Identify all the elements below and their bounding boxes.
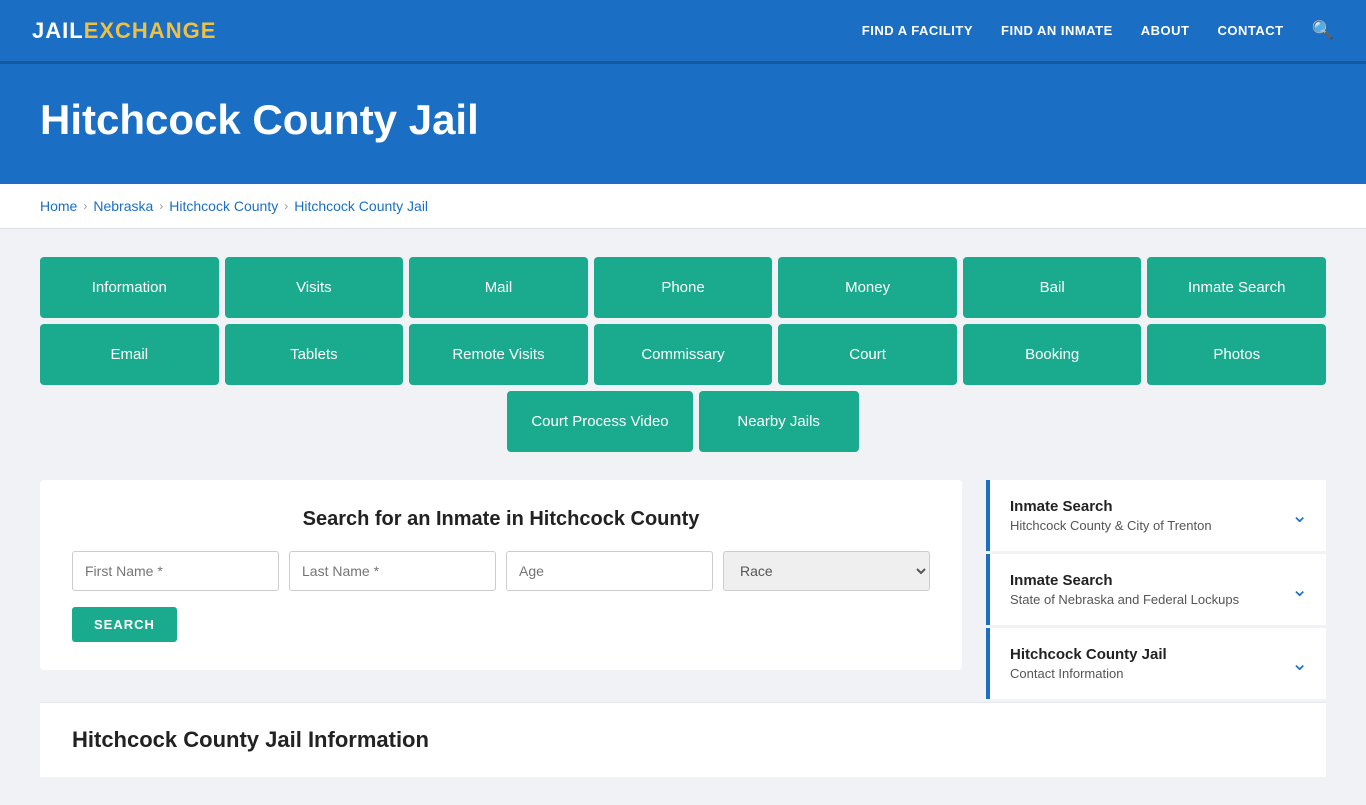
breadcrumb: Home › Nebraska › Hitchcock County › Hit… [0,184,1366,229]
breadcrumb-home[interactable]: Home [40,198,77,214]
site-logo[interactable]: JAIL EXCHANGE [32,18,216,44]
tile-photos[interactable]: Photos [1147,324,1326,385]
tile-booking[interactable]: Booking [963,324,1142,385]
chevron-down-icon-2: ⌄ [1291,577,1308,602]
hero-section: Hitchcock County Jail [0,64,1366,184]
breadcrumb-current: Hitchcock County Jail [294,198,428,214]
tile-commissary[interactable]: Commissary [594,324,773,385]
logo-exchange: EXCHANGE [84,18,217,44]
lower-section: Search for an Inmate in Hitchcock County… [40,480,1326,702]
inmate-search-form: Search for an Inmate in Hitchcock County… [40,480,962,670]
last-name-input[interactable] [289,551,496,591]
tile-row-2: Email Tablets Remote Visits Commissary C… [40,324,1326,385]
sidebar-item-title-3: Hitchcock County Jail [1010,646,1167,663]
tile-row-3: Court Process Video Nearby Jails [40,391,1326,452]
main-content: Information Visits Mail Phone Money Bail… [0,229,1366,805]
sidebar-item-contact-info[interactable]: Hitchcock County Jail Contact Informatio… [986,628,1326,699]
sidebar-item-sub-1: Hitchcock County & City of Trenton [1010,518,1212,533]
tile-court[interactable]: Court [778,324,957,385]
tile-remote-visits[interactable]: Remote Visits [409,324,588,385]
tile-buttons-section: Information Visits Mail Phone Money Bail… [40,257,1326,452]
race-select[interactable]: Race White Black Hispanic Asian Other [723,551,930,591]
age-input[interactable] [506,551,713,591]
inmate-search-title: Search for an Inmate in Hitchcock County [72,508,930,531]
tile-court-process-video[interactable]: Court Process Video [507,391,692,452]
breadcrumb-sep-3: › [284,199,288,213]
nav-find-inmate[interactable]: FIND AN INMATE [1001,23,1113,38]
breadcrumb-sep-1: › [83,199,87,213]
tile-phone[interactable]: Phone [594,257,773,318]
nav-contact[interactable]: CONTACT [1217,23,1283,38]
tile-bail[interactable]: Bail [963,257,1142,318]
bottom-title: Hitchcock County Jail Information [72,727,1294,753]
tile-mail[interactable]: Mail [409,257,588,318]
sidebar-item-inmate-search-local[interactable]: Inmate Search Hitchcock County & City of… [986,480,1326,551]
breadcrumb-sep-2: › [159,199,163,213]
sidebar-item-title-2: Inmate Search [1010,572,1239,589]
page-title: Hitchcock County Jail [40,96,1326,144]
tile-tablets[interactable]: Tablets [225,324,404,385]
tile-nearby-jails[interactable]: Nearby Jails [699,391,859,452]
breadcrumb-hitchcock-county[interactable]: Hitchcock County [169,198,278,214]
main-nav: FIND A FACILITY FIND AN INMATE ABOUT CON… [862,20,1334,41]
first-name-input[interactable] [72,551,279,591]
tile-money[interactable]: Money [778,257,957,318]
search-button[interactable]: SEARCH [72,607,177,642]
nav-find-facility[interactable]: FIND A FACILITY [862,23,973,38]
tile-visits[interactable]: Visits [225,257,404,318]
sidebar-item-sub-3: Contact Information [1010,666,1167,681]
sidebar: Inmate Search Hitchcock County & City of… [986,480,1326,702]
nav-about[interactable]: ABOUT [1141,23,1190,38]
chevron-down-icon-3: ⌄ [1291,651,1308,676]
tile-row-1: Information Visits Mail Phone Money Bail… [40,257,1326,318]
sidebar-item-inmate-search-state[interactable]: Inmate Search State of Nebraska and Fede… [986,554,1326,625]
sidebar-item-title-1: Inmate Search [1010,498,1212,515]
tile-email[interactable]: Email [40,324,219,385]
sidebar-item-sub-2: State of Nebraska and Federal Lockups [1010,592,1239,607]
chevron-down-icon-1: ⌄ [1291,503,1308,528]
logo-jail: JAIL [32,18,84,44]
bottom-section: Hitchcock County Jail Information [40,702,1326,777]
tile-information[interactable]: Information [40,257,219,318]
search-fields: Race White Black Hispanic Asian Other [72,551,930,591]
tile-inmate-search[interactable]: Inmate Search [1147,257,1326,318]
breadcrumb-nebraska[interactable]: Nebraska [93,198,153,214]
search-icon-button[interactable]: 🔍 [1312,20,1334,41]
